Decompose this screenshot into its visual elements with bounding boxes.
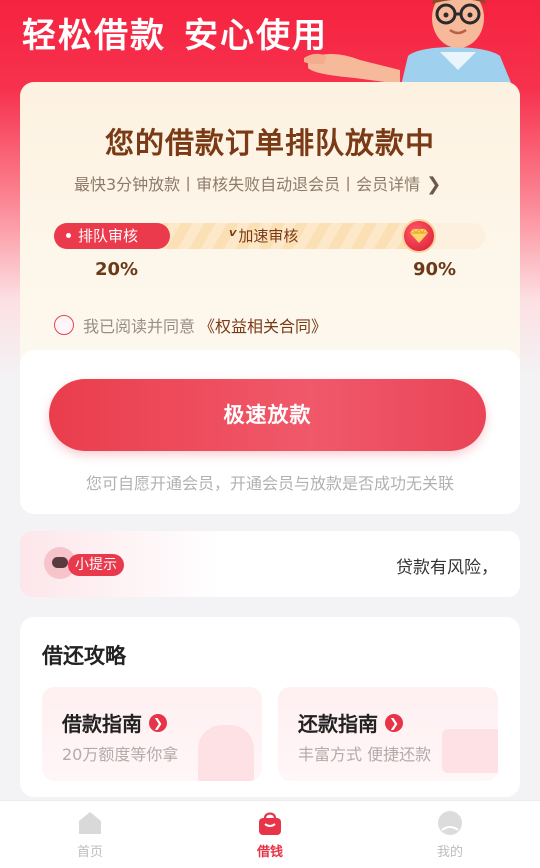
progress-target-percent: 90%	[413, 259, 457, 280]
tab-borrow-label: 借钱	[256, 845, 283, 860]
member-info-link[interactable]: 最快3分钟放款丨审核失败自动退会员丨会员详情 ❯	[74, 171, 441, 195]
member-info-text: 最快3分钟放款丨审核失败自动退会员丨会员详情	[74, 175, 421, 194]
borrow-guide-title: 借款指南	[62, 712, 142, 736]
arrow-right-circle-icon: ❯	[385, 713, 403, 732]
vip-diamond-icon	[402, 219, 436, 253]
tab-borrow[interactable]: 借钱	[220, 801, 320, 868]
speed-k-icon: ⱽ	[229, 227, 237, 245]
guide-title: 借还攻略	[42, 644, 126, 668]
repay-guide-subtitle: 丰富方式 便捷还款	[298, 745, 432, 764]
dot-icon	[66, 232, 71, 238]
mascot-illustration	[304, 0, 514, 90]
borrow-guide-heading: 借款指南 ❯	[62, 708, 167, 737]
membership-disclaimer: 您可自愿开通会员，开通会员与放款是否成功无关联	[85, 474, 454, 493]
agreement-row: 我已阅读并同意 《权益相关合同》	[54, 313, 327, 337]
bottom-tab-bar: 首页 借钱 我的	[0, 800, 540, 868]
borrow-guide-tile[interactable]: 借款指南 ❯ 20万额度等你拿	[42, 687, 262, 781]
tip-tag: 小提示	[68, 554, 124, 576]
contract-link[interactable]: 《权益相关合同》	[199, 313, 327, 337]
speed-review-label: 加速审核	[238, 227, 299, 245]
chevron-right-icon: ❯	[426, 174, 442, 195]
speed-review-label-wrap: ⱽ 加速审核	[229, 223, 298, 249]
order-status-title: 您的借款订单排队放款中	[104, 126, 435, 160]
tab-home-label: 首页	[76, 845, 103, 860]
queue-review-label: 排队审核	[78, 227, 139, 245]
borrow-guide-subtitle: 20万额度等你拿	[62, 745, 179, 764]
fast-loan-button[interactable]: 极速放款	[49, 379, 486, 451]
bank-card-icon	[442, 729, 498, 773]
money-bag-icon	[198, 725, 254, 781]
risk-tip-text: 贷款有风险，	[396, 558, 498, 578]
home-icon	[79, 812, 101, 834]
slogan-left: 轻松借款	[22, 16, 166, 56]
tab-mine-label: 我的	[436, 845, 463, 860]
tab-mine[interactable]: 我的	[400, 801, 500, 868]
hero-slogan: 轻松借款 安心使用	[22, 8, 328, 57]
queue-review-pill: 排队审核	[54, 223, 170, 249]
bag-icon	[259, 812, 281, 835]
tab-home[interactable]: 首页	[40, 801, 140, 868]
repay-guide-title: 还款指南	[298, 712, 378, 736]
agreement-prefix: 我已阅读并同意	[83, 317, 196, 336]
repay-guide-tile[interactable]: 还款指南 ❯ 丰富方式 便捷还款	[278, 687, 498, 781]
profile-icon	[438, 811, 462, 835]
repay-guide-heading: 还款指南 ❯	[298, 708, 403, 737]
progress-current-percent: 20%	[95, 259, 139, 280]
agreement-checkbox[interactable]	[54, 315, 74, 335]
arrow-right-circle-icon: ❯	[149, 713, 167, 732]
